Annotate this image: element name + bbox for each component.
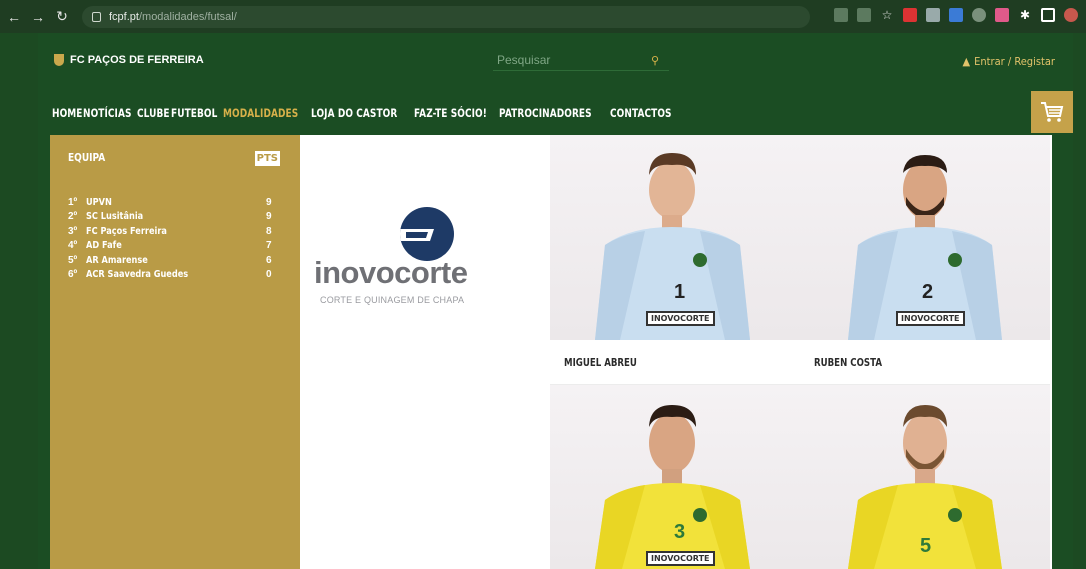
puzzle-icon[interactable]: ✱: [1018, 8, 1032, 22]
row-pos: 1º: [68, 196, 78, 208]
cart-button[interactable]: [1031, 91, 1073, 133]
address-bar[interactable]: fcpf.pt/modalidades/futsal/: [82, 5, 810, 28]
content-area: EQUIPA PTS 1º UPVN 9 2º SC Lusitânia 9 3…: [50, 135, 1052, 569]
nav-faz-te-socio[interactable]: FAZ-TE SÓCIO!: [414, 106, 487, 120]
brand-name: FC PAÇOS DE FERREIRA: [70, 54, 204, 66]
nav-loja-do-castor[interactable]: LOJA DO CASTOR: [311, 106, 397, 120]
player-photo: 2 INOVOCORTE: [800, 135, 1050, 340]
row-team: ACR Saavedra Guedes: [86, 269, 189, 281]
shirt-number: 5: [920, 535, 932, 557]
player-card[interactable]: 1 INOVOCORTE MIGUEL ABREU: [550, 135, 800, 385]
search-box: ⚲: [493, 50, 669, 71]
player-card[interactable]: 3 INOVOCORTE: [550, 385, 800, 569]
row-team: SC Lusitânia: [86, 211, 144, 223]
row-pts: 9: [266, 196, 272, 208]
col-team: EQUIPA: [68, 151, 106, 164]
website: FC PAÇOS DE FERREIRA ⚲ ▲Entrar / Regista…: [38, 33, 1073, 569]
search-input[interactable]: [493, 53, 651, 67]
table-row: 2º SC Lusitânia 9: [68, 210, 280, 225]
row-pos: 2º: [68, 211, 78, 223]
sponsor-banner[interactable]: inovocorte CORTE E QUINAGEM DE CHAPA: [300, 135, 550, 569]
reload-icon[interactable]: ↻: [52, 8, 72, 25]
nav-modalidades[interactable]: MODALIDADES: [223, 106, 298, 120]
extension-icon-pink[interactable]: [995, 8, 1009, 22]
nav-contactos[interactable]: CONTACTOS: [610, 106, 672, 120]
row-pos: 5º: [68, 254, 78, 266]
table-row: 6º ACR Saavedra Guedes 0: [68, 268, 280, 283]
browser-toolbar: ← → ↻ fcpf.pt/modalidades/futsal/ ☆ ✱: [0, 0, 1086, 33]
player-card[interactable]: 5: [800, 385, 1050, 569]
player-name: RUBEN COSTA: [814, 357, 882, 369]
row-pts: 7: [266, 240, 272, 252]
shirt-number: 1: [674, 281, 686, 303]
user-icon: ▲: [962, 55, 971, 68]
player-photo: 3 INOVOCORTE: [550, 385, 800, 569]
nav-noticias[interactable]: NOTÍCIAS: [83, 106, 132, 120]
site-brand[interactable]: FC PAÇOS DE FERREIRA: [54, 54, 204, 66]
table-row: 5º AR Amarense 6: [68, 253, 280, 268]
row-pts: 6: [266, 254, 272, 266]
translate-icon[interactable]: [834, 8, 848, 22]
extension-icon-red[interactable]: [903, 8, 917, 22]
url-text: fcpf.pt/modalidades/futsal/: [109, 10, 237, 23]
lock-icon: [92, 11, 101, 22]
row-team: AR Amarense: [86, 254, 148, 266]
player-photo: 5: [800, 385, 1050, 569]
cart-icon: [1041, 102, 1064, 122]
extension-icon-dot[interactable]: [972, 8, 986, 22]
login-label: Entrar / Registar: [974, 55, 1055, 68]
shirt-number: 2: [922, 281, 934, 303]
back-icon[interactable]: ←: [4, 9, 24, 25]
row-team: UPVN: [86, 196, 112, 208]
row-team: AD Fafe: [86, 240, 122, 252]
col-pts: PTS: [254, 151, 280, 166]
row-pts: 9: [266, 211, 272, 223]
main-nav: HOME NOTÍCIAS CLUBE FUTEBOL MODALIDADES …: [38, 91, 1073, 135]
table-row: 3º FC Paços Ferreira 8: [68, 224, 280, 239]
window-icon[interactable]: [1041, 8, 1055, 22]
sponsor-tagline: CORTE E QUINAGEM DE CHAPA: [320, 295, 465, 305]
nav-futebol[interactable]: FUTEBOL: [171, 106, 217, 120]
extensions-bar: ☆ ✱: [834, 8, 1078, 22]
sponsor-logo-icon: [400, 207, 454, 261]
row-pos: 3º: [68, 225, 78, 237]
standings-table: EQUIPA PTS 1º UPVN 9 2º SC Lusitânia 9 3…: [50, 135, 300, 569]
shirt-number: 3: [674, 521, 686, 543]
standings-rows: 1º UPVN 9 2º SC Lusitânia 9 3º FC Paços …: [68, 195, 280, 282]
profile-avatar[interactable]: [1064, 8, 1078, 22]
nav-patrocinadores[interactable]: PATROCINADORES: [499, 106, 592, 120]
search-icon[interactable]: ⚲: [651, 54, 659, 67]
extension-icon-blue[interactable]: [949, 8, 963, 22]
standings-header: EQUIPA PTS: [68, 151, 280, 166]
sponsor-name: inovocorte: [314, 255, 468, 290]
row-team: FC Paços Ferreira: [86, 225, 167, 237]
star-icon[interactable]: ☆: [880, 8, 894, 22]
player-card[interactable]: 2 INOVOCORTE RUBEN COSTA: [800, 135, 1050, 385]
player-photo: 1 INOVOCORTE: [550, 135, 800, 340]
shirt-sponsor: INOVOCORTE: [646, 311, 715, 326]
shirt-sponsor: INOVOCORTE: [896, 311, 965, 326]
row-pts: 0: [266, 269, 272, 281]
forward-icon[interactable]: →: [28, 9, 48, 25]
login-link[interactable]: ▲ Entrar / Registar: [962, 55, 1055, 68]
extension-icon-grey[interactable]: [926, 8, 940, 22]
player-name: MIGUEL ABREU: [564, 357, 637, 369]
table-row: 4º AD Fafe 7: [68, 239, 280, 254]
nav-clube[interactable]: CLUBE: [137, 106, 170, 120]
site-header: FC PAÇOS DE FERREIRA ⚲ ▲Entrar / Regista…: [38, 33, 1073, 91]
crest-icon: [54, 54, 64, 66]
nav-home[interactable]: HOME: [52, 106, 83, 120]
row-pts: 8: [266, 225, 272, 237]
row-pos: 4º: [68, 240, 78, 252]
share-icon[interactable]: [857, 8, 871, 22]
shirt-sponsor: INOVOCORTE: [646, 551, 715, 566]
table-row: 1º UPVN 9: [68, 195, 280, 210]
row-pos: 6º: [68, 269, 78, 281]
